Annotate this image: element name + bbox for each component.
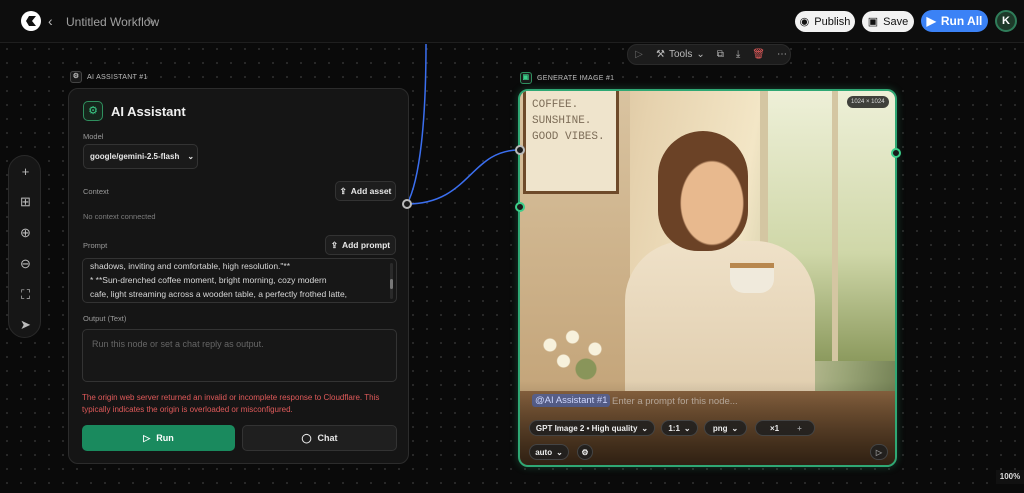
pointer-icon[interactable]: ➤ [9, 317, 42, 333]
count-stepper[interactable]: ×1 + [755, 420, 815, 436]
canvas-tools: + ⊞ ⊕ ⊖ ⛶ ➤ [8, 155, 41, 338]
plus-icon[interactable]: + [9, 164, 42, 179]
image-input-handle-2[interactable] [515, 202, 525, 212]
ai-assistant-node[interactable]: ⚙ AI Assistant Model google/gemini-2.5-f… [68, 88, 409, 464]
context-empty-text: No context connected [83, 212, 156, 221]
zoom-in-icon[interactable]: ⊕ [9, 225, 42, 241]
zoom-level[interactable]: 100% [996, 470, 1024, 484]
mention-tag[interactable]: @AI Assistant #1 [532, 394, 611, 407]
add-asset-button[interactable]: ⇪ Add asset [335, 181, 396, 201]
play-icon: ▷ [143, 432, 151, 443]
prompt-textarea[interactable]: shadows, inviting and comfortable, high … [82, 258, 397, 303]
output-label: Output (Text) [83, 314, 127, 323]
chevron-down-icon: ⌄ [556, 447, 563, 457]
add-prompt-button[interactable]: ⇪ Add prompt [325, 235, 396, 255]
chat-button[interactable]: ◯ Chat [242, 425, 397, 451]
image-node-header: ▣ GENERATE IMAGE #1 [520, 72, 614, 84]
upload-icon: ⇪ [330, 239, 338, 250]
prompt-label: Prompt [83, 241, 108, 250]
context-label: Context [83, 187, 109, 196]
auto-select[interactable]: auto ⌄ [529, 444, 569, 460]
wall-sign: COFFEE. SUNSHINE. GOOD VIBES. [523, 91, 619, 194]
generated-image: COFFEE. SUNSHINE. GOOD VIBES. [520, 91, 895, 465]
image-output-handle[interactable] [891, 148, 901, 158]
model-label: Model [83, 132, 104, 141]
zoom-out-icon[interactable]: ⊖ [9, 256, 42, 272]
format-select[interactable]: png ⌄ [704, 420, 747, 436]
gear-icon[interactable]: ⚙ [577, 444, 593, 460]
chip-icon: ⚙ [70, 71, 82, 83]
model-select[interactable]: GPT Image 2 • High quality ⌄ [529, 420, 655, 436]
chevron-down-icon: ⌄ [187, 152, 195, 161]
image-input-handle[interactable] [515, 145, 525, 155]
output-textarea[interactable]: Run this node or set a chat reply as out… [82, 329, 397, 382]
toolbox-icon[interactable]: ⊞ [9, 194, 42, 210]
upload-icon: ⇪ [339, 185, 347, 196]
ai-node-header: ⚙ AI ASSISTANT #1 [70, 71, 148, 83]
plus-icon[interactable]: + [797, 424, 802, 433]
generate-image-node[interactable]: COFFEE. SUNSHINE. GOOD VIBES. 1024 × 102… [518, 89, 897, 467]
run-button[interactable]: ▷ Run [82, 425, 235, 451]
fit-screen-icon[interactable]: ⛶ [9, 287, 42, 303]
aspect-ratio-select[interactable]: 1:1 ⌄ [661, 420, 698, 436]
size-badge: 1024 × 1024 [847, 96, 889, 108]
ai-output-handle[interactable] [402, 199, 412, 209]
error-message: The origin web server returned an invali… [82, 393, 380, 414]
chip-icon: ⚙ [83, 101, 103, 121]
chat-bubble-icon: ◯ [301, 432, 312, 443]
prompt-scrollbar[interactable] [390, 263, 393, 299]
node-title: AI Assistant [111, 104, 186, 119]
model-select[interactable]: google/gemini-2.5-flash ⌄ [83, 144, 198, 169]
play-icon[interactable]: ▷ [870, 444, 888, 460]
image-prompt-input[interactable]: Enter a prompt for this node... [612, 396, 738, 407]
chevron-down-icon: ⌄ [683, 423, 691, 433]
image-icon: ▣ [520, 72, 532, 84]
chevron-down-icon: ⌄ [641, 423, 649, 433]
chevron-down-icon: ⌄ [731, 423, 739, 433]
